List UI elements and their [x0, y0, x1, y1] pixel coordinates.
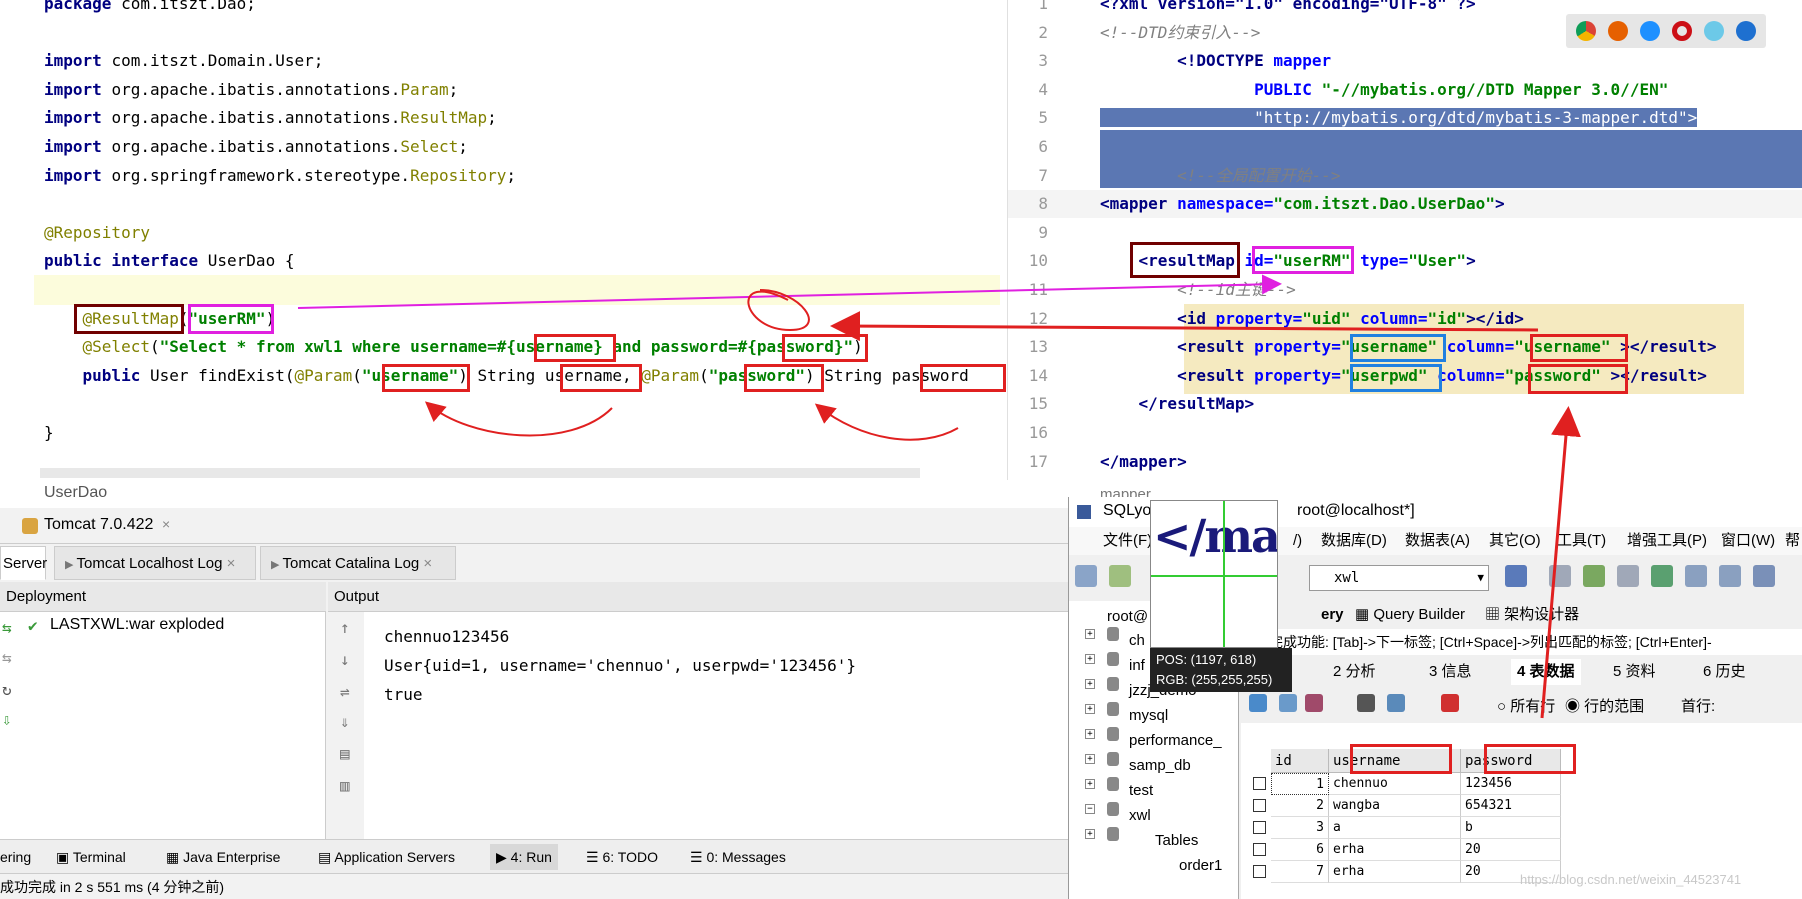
annotation-arrows: [297, 274, 1581, 719]
arrow-db-to-xml: [1540, 406, 1581, 719]
watermark: https://blog.csdn.net/weixin_44523741: [1520, 872, 1742, 887]
arrow-resultmap-to-java: [830, 311, 1539, 342]
arrow-password-curve: [814, 403, 959, 441]
arrow-username-curve: [424, 401, 613, 437]
